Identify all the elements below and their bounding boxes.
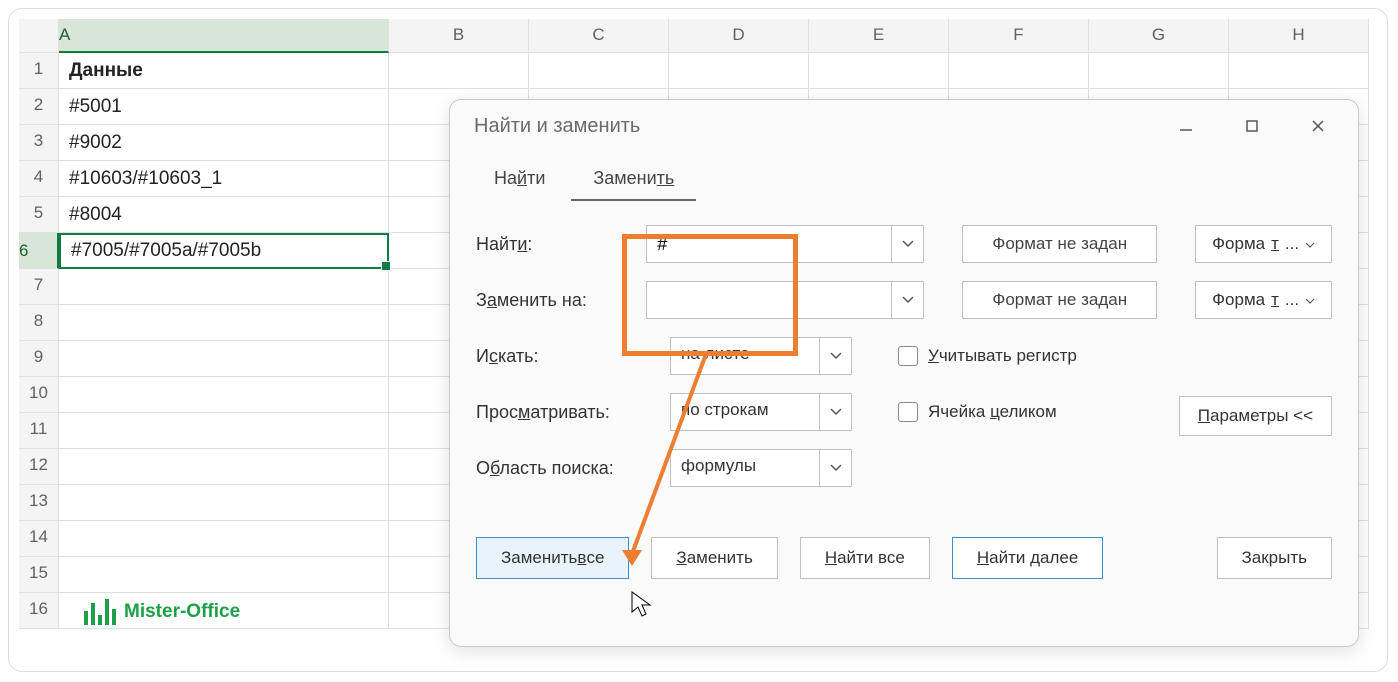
row-header[interactable]: 10 — [19, 377, 59, 413]
replace-format-display: Формат не задан — [962, 281, 1157, 319]
row-header[interactable]: 13 — [19, 485, 59, 521]
row-header[interactable]: 3 — [19, 125, 59, 161]
cursor-icon — [630, 590, 652, 623]
cell[interactable] — [389, 53, 529, 89]
tab-find[interactable]: Найти — [472, 158, 567, 201]
search-in-dropdown[interactable] — [820, 337, 852, 375]
cell[interactable] — [529, 53, 669, 89]
maximize-button[interactable] — [1234, 112, 1270, 140]
row-header[interactable]: 4 — [19, 161, 59, 197]
row-header[interactable]: 1 — [19, 53, 59, 89]
cell[interactable]: #5001 — [59, 89, 389, 125]
whole-cell-label: Ячейка целиком — [928, 402, 1057, 422]
cell[interactable] — [949, 53, 1089, 89]
arrow-line — [622, 354, 712, 570]
cell[interactable] — [59, 557, 389, 593]
cell[interactable] — [59, 449, 389, 485]
column-header[interactable]: D — [669, 19, 809, 53]
row-header[interactable]: 14 — [19, 521, 59, 557]
column-header[interactable]: G — [1089, 19, 1229, 53]
row-header[interactable]: 2 — [19, 89, 59, 125]
logo-text: Mister-Office — [124, 601, 240, 623]
find-replace-dialog: Найти и заменить Найти Заменить Найти: Ф… — [449, 99, 1359, 647]
cell[interactable]: #9002 — [59, 125, 389, 161]
column-header[interactable]: A — [59, 19, 389, 53]
row-header[interactable]: 11 — [19, 413, 59, 449]
column-header[interactable]: H — [1229, 19, 1369, 53]
find-next-button[interactable]: Найти далее — [952, 537, 1103, 579]
column-header[interactable]: F — [949, 19, 1089, 53]
cell[interactable] — [59, 485, 389, 521]
row-header[interactable]: 12 — [19, 449, 59, 485]
cell[interactable] — [1229, 53, 1369, 89]
row-header[interactable]: 9 — [19, 341, 59, 377]
minimize-button[interactable] — [1168, 112, 1204, 140]
cell[interactable] — [59, 269, 389, 305]
cell[interactable] — [59, 305, 389, 341]
column-header[interactable] — [19, 19, 59, 53]
find-format-display: Формат не задан — [962, 225, 1157, 263]
cell[interactable]: #7005/#7005a/#7005b — [59, 233, 389, 269]
logo: Mister-Office — [84, 599, 240, 625]
column-header[interactable]: E — [809, 19, 949, 53]
replace-label: Заменить на: — [476, 290, 632, 311]
cell[interactable]: #8004 — [59, 197, 389, 233]
tab-replace[interactable]: Заменить — [571, 158, 696, 201]
params-button[interactable]: Параметры << — [1179, 396, 1332, 436]
match-case-label: Учитывать регистр — [928, 346, 1077, 366]
cell[interactable] — [59, 413, 389, 449]
row-header[interactable]: 5 — [19, 197, 59, 233]
column-header[interactable]: B — [389, 19, 529, 53]
cell[interactable] — [809, 53, 949, 89]
cell[interactable] — [59, 341, 389, 377]
cell[interactable]: #10603/#10603_1 — [59, 161, 389, 197]
arrow-head-icon — [622, 550, 642, 566]
whole-cell-checkbox[interactable] — [898, 402, 918, 422]
replace-format-button[interactable]: Формат... — [1195, 281, 1332, 319]
replace-dropdown[interactable] — [892, 281, 924, 319]
row-header[interactable]: 8 — [19, 305, 59, 341]
cell[interactable]: Данные — [59, 53, 389, 89]
cell[interactable] — [1089, 53, 1229, 89]
close-dialog-button[interactable]: Закрыть — [1217, 537, 1332, 579]
find-format-button[interactable]: Формат... — [1195, 225, 1332, 263]
area-dropdown[interactable] — [820, 449, 852, 487]
find-dropdown[interactable] — [892, 225, 924, 263]
highlight-box — [622, 234, 798, 356]
column-header[interactable]: C — [529, 19, 669, 53]
view-dropdown[interactable] — [820, 393, 852, 431]
match-case-checkbox[interactable] — [898, 346, 918, 366]
cell[interactable] — [59, 521, 389, 557]
find-all-button[interactable]: Найти все — [800, 537, 930, 579]
close-button[interactable] — [1300, 112, 1336, 140]
row-header[interactable]: 7 — [19, 269, 59, 305]
cell[interactable] — [669, 53, 809, 89]
dialog-title: Найти и заменить — [474, 115, 640, 138]
row-header[interactable]: 16 — [19, 593, 59, 629]
cell[interactable] — [59, 377, 389, 413]
find-label: Найти: — [476, 234, 632, 255]
logo-bars-icon — [84, 599, 116, 625]
row-header[interactable]: 15 — [19, 557, 59, 593]
replace-all-button[interactable]: Заменить все — [476, 537, 629, 579]
row-header[interactable]: 6 — [19, 233, 59, 269]
